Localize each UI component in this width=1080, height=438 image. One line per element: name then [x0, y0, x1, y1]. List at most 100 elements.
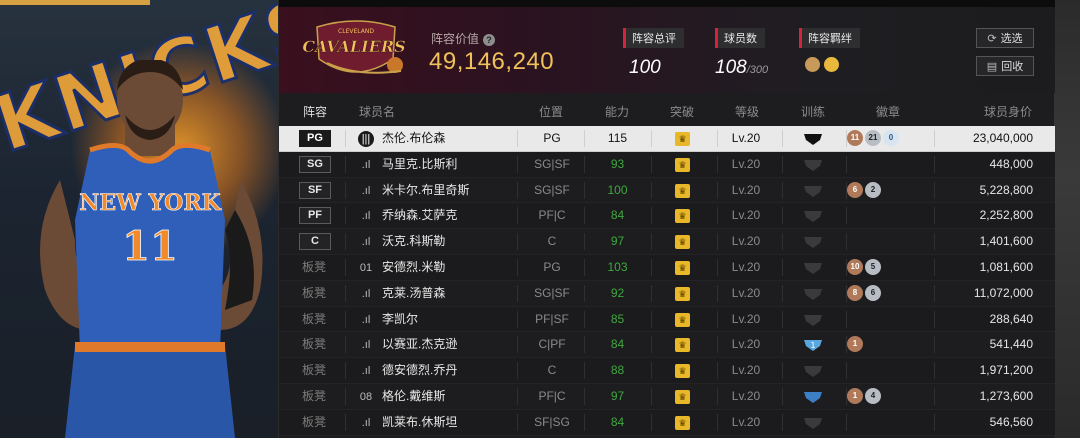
col-badges[interactable]: 徽章 [876, 103, 900, 120]
player-name[interactable]: 安德烈.米勒 [382, 255, 445, 280]
slot-badge[interactable]: C [299, 233, 331, 251]
table-row[interactable]: SF .ıl 米卡尔.布里奇斯 SG|SF 100 ♛ Lv.20 6 2 5,228,800 [279, 177, 1055, 204]
table-row[interactable]: 板凳 .ıl 克莱.汤普森 SG|SF 92 ♛ Lv.20 8 6 11,072,000 [279, 280, 1055, 307]
select-button[interactable]: ⟳ 选选 [976, 28, 1034, 48]
divider [782, 130, 783, 147]
recycle-button[interactable]: ▤ 回收 [976, 56, 1034, 76]
col-training[interactable]: 训练 [801, 103, 825, 120]
table-row[interactable]: 板凳 .ıl 凯莱布.休斯坦 SF|SG 84 ♛ Lv.20 546,560 [279, 409, 1055, 436]
training-icon[interactable] [803, 132, 823, 146]
help-icon[interactable]: ? [483, 34, 496, 46]
lineup-value: 49,146,240 [429, 48, 555, 75]
crown-icon[interactable]: ♛ [675, 312, 690, 327]
crown-icon[interactable]: ♛ [675, 183, 690, 198]
badge-group[interactable]: 86 [847, 284, 881, 301]
player-name[interactable]: 克莱.汤普森 [382, 281, 445, 306]
svg-text:1: 1 [810, 341, 815, 350]
signal-icon: .ıl [361, 313, 371, 326]
training-icon[interactable] [803, 390, 823, 404]
slot-badge[interactable]: PF [299, 207, 331, 225]
player-name[interactable]: 乔纳森.艾萨克 [382, 203, 457, 228]
player-name[interactable]: 李凯尔 [382, 307, 418, 332]
player-name[interactable]: 以赛亚.杰克逊 [382, 332, 457, 357]
player-name[interactable]: 德安德烈.乔丹 [382, 358, 457, 383]
player-name[interactable]: 马里克.比斯利 [382, 152, 457, 177]
training-icon[interactable] [803, 184, 823, 198]
badge-group[interactable]: 10 5 [847, 258, 881, 275]
player-name[interactable]: 凯莱布.休斯坦 [382, 410, 457, 435]
crown-icon[interactable]: ♛ [675, 389, 690, 404]
divider [782, 258, 783, 276]
svg-text:CLEVELAND: CLEVELAND [338, 28, 374, 35]
player-level: Lv.20 [731, 259, 761, 274]
training-icon[interactable] [803, 313, 823, 327]
training-icon[interactable] [803, 235, 823, 249]
crown-icon[interactable]: ♛ [675, 132, 690, 146]
bench-label: 板凳 [302, 388, 327, 403]
divider [782, 413, 783, 431]
badge-group[interactable]: 1 [847, 336, 863, 353]
player-name[interactable]: 沃克.科斯勒 [382, 229, 445, 254]
player-value: 23,040,000 [972, 131, 1033, 145]
slot-badge[interactable]: SF [299, 181, 331, 199]
player-level: Lv.20 [731, 285, 761, 300]
training-icon[interactable] [803, 416, 823, 430]
col-level[interactable]: 等级 [735, 103, 759, 120]
badge-group[interactable]: 62 [847, 181, 881, 198]
table-row[interactable]: 板凳 08 格伦.戴维斯 PF|C 97 ♛ Lv.20 1 4 1,273,600 [279, 383, 1055, 410]
player-name[interactable]: 米卡尔.布里奇斯 [382, 178, 469, 203]
roster-table: PG ||| 杰伦.布伦森 PG 115 ♛ Lv.20 11 21 0 23,040,000 SG… [279, 126, 1055, 436]
col-rating[interactable]: 能力 [605, 103, 629, 120]
divider [782, 336, 783, 354]
training-icon[interactable] [803, 287, 823, 301]
stat-player-count-label: 球员数 [715, 28, 765, 48]
stat-overall: 阵容总评 100 [623, 28, 684, 79]
player-name[interactable]: 杰伦.布伦森 [382, 126, 445, 151]
col-name[interactable]: 球员名 [359, 103, 395, 120]
crown-icon[interactable]: ♛ [675, 209, 690, 224]
crown-icon[interactable]: ♛ [675, 338, 690, 353]
divider [345, 155, 346, 173]
crown-icon[interactable]: ♛ [675, 260, 690, 275]
player-value: 2,252,800 [979, 208, 1033, 223]
player-rating: 97 [610, 234, 625, 249]
player-level: Lv.20 [731, 208, 761, 223]
badge-group[interactable]: 11 21 0 [847, 130, 899, 146]
crown-icon[interactable]: ♛ [675, 286, 690, 301]
table-row[interactable]: 板凳 01 安德烈.米勒 PG 103 ♛ Lv.20 10 5 1,081,600 [279, 254, 1055, 281]
training-icon[interactable] [803, 364, 823, 378]
player-value: 11,072,000 [973, 285, 1033, 300]
divider [345, 310, 346, 328]
training-icon[interactable]: 1 [803, 338, 823, 352]
col-breakthrough[interactable]: 突破 [670, 103, 694, 120]
table-row[interactable]: C .ıl 沃克.科斯勒 C 97 ♛ Lv.20 1,401,600 [279, 229, 1055, 255]
divider [782, 181, 783, 199]
divider [782, 310, 783, 328]
training-icon[interactable] [803, 261, 823, 275]
signal-icon: .ıl [361, 210, 371, 223]
signal-icon: 01 [359, 261, 373, 274]
table-row[interactable]: 板凳 .ıl 李凯尔 PF|SF 85 ♛ Lv.20 288,640 [279, 306, 1055, 333]
player-name[interactable]: 格伦.戴维斯 [382, 384, 445, 409]
refresh-icon: ⟳ [987, 32, 997, 45]
badge-group[interactable]: 14 [847, 387, 881, 404]
stat-bonds[interactable]: 阵容羁绊 [799, 28, 860, 72]
crown-icon[interactable]: ♛ [675, 415, 690, 430]
table-row[interactable]: 板凳 .ıl 以赛亚.杰克逊 C|PF 84 ♛ Lv.20 1 1 541,440 [279, 332, 1055, 359]
training-icon[interactable] [803, 158, 823, 172]
table-row[interactable]: 板凳 .ıl 德安德烈.乔丹 C 88 ♛ Lv.20 1,971,200 [279, 358, 1055, 384]
table-row[interactable]: SG .ıl 马里克.比斯利 SG|SF 93 ♛ Lv.20 448,000 [279, 151, 1055, 178]
badge-icon: 6 [847, 181, 863, 198]
crown-icon[interactable]: ♛ [675, 235, 690, 250]
table-row[interactable]: PF .ıl 乔纳森.艾萨克 PF|C 84 ♛ Lv.20 2,252,800 [279, 203, 1055, 230]
badge-icon: 2 [865, 181, 881, 198]
crown-icon[interactable]: ♛ [675, 157, 690, 172]
col-value[interactable]: 球员身价 [984, 103, 1032, 120]
table-row[interactable]: PG ||| 杰伦.布伦森 PG 115 ♛ Lv.20 11 21 0 23,040,000 [279, 126, 1055, 152]
crown-icon[interactable]: ♛ [675, 364, 690, 379]
training-icon[interactable] [803, 209, 823, 223]
slot-badge[interactable]: PG [299, 130, 331, 147]
slot-badge[interactable]: SG [299, 155, 331, 173]
col-position[interactable]: 位置 [539, 103, 563, 120]
player-value: 5,228,800 [979, 182, 1033, 197]
